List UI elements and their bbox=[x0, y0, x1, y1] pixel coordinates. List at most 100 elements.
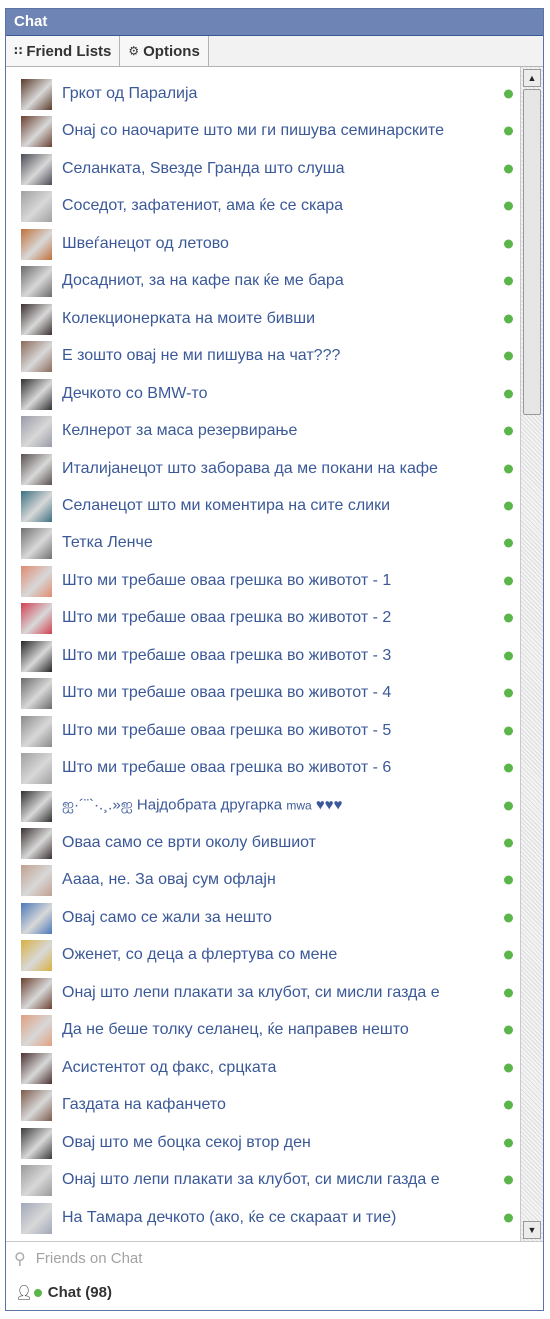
friend-row[interactable]: Онај што лепи плакати за клубот, си мисл… bbox=[6, 976, 518, 1010]
friend-lists-button[interactable]: ∷ Friend Lists bbox=[6, 36, 121, 66]
online-status-icon bbox=[504, 1175, 513, 1185]
friend-row[interactable]: Соседот, зафатениот, ама ќе се скара bbox=[6, 189, 518, 223]
friend-name-text: Овај што ме боцка секој втор ден bbox=[62, 1134, 311, 1151]
friend-row[interactable]: Овај само се жали за нешто bbox=[6, 901, 518, 935]
friend-name: Онај што лепи плакати за клубот, си мисл… bbox=[62, 1171, 440, 1189]
person-icon: 👤︎ bbox=[15, 1284, 33, 1300]
friend-row[interactable]: Онај што лепи плакати за клубот, си мисл… bbox=[6, 1163, 518, 1197]
online-status-icon bbox=[504, 875, 513, 885]
friend-name: Оваа само се врти околу бившиот bbox=[62, 834, 316, 852]
avatar bbox=[21, 341, 52, 372]
friend-row[interactable]: Италијанецот што заборава да ме покани н… bbox=[6, 452, 518, 486]
friend-name-text: На Тамара дечкото (ако, ќе се скараат и … bbox=[62, 1209, 397, 1226]
friend-row[interactable]: Тетка Ленче bbox=[6, 526, 518, 560]
friend-row[interactable]: Селанецот што ми коментира на сите слики bbox=[6, 489, 518, 523]
friend-row[interactable]: Оженет, со деца а флертува со мене bbox=[6, 938, 518, 972]
friend-name: На Тамара дечкото (ако, ќе се скараат и … bbox=[62, 1209, 396, 1227]
friend-row[interactable]: Гркот од Паралија bbox=[6, 77, 518, 111]
friend-name-text: Е зошто овај не ми пишува на чат??? bbox=[62, 347, 341, 364]
friend-row[interactable]: Дечкото со BMW-то bbox=[6, 377, 518, 411]
friend-row[interactable]: Аааа, не. За овај сум офлајн bbox=[6, 863, 518, 897]
friend-name: Келнерот за маса резервирање bbox=[62, 422, 297, 440]
friend-row[interactable]: Оваа само се врти околу бившиот bbox=[6, 826, 518, 860]
friend-name-text: Онај со наочарите што ми ги пишува семин… bbox=[62, 122, 445, 139]
friends-list-area: Гркот од Паралија Онај со наочарите што м… bbox=[6, 67, 543, 1242]
friend-name: Соседот, зафатениот, ама ќе се скара bbox=[62, 197, 343, 215]
friends-list: Гркот од Паралија Онај со наочарите што м… bbox=[6, 67, 518, 1241]
friend-name: Гркот од Паралија bbox=[62, 85, 197, 103]
online-status-icon bbox=[504, 688, 513, 698]
online-status-icon bbox=[504, 389, 513, 399]
avatar bbox=[21, 416, 52, 447]
arrow-up-icon: ▲ bbox=[527, 73, 537, 83]
avatar bbox=[21, 229, 52, 260]
friend-row[interactable]: Што ми требаше оваа грешка во животот - … bbox=[6, 676, 518, 710]
chat-footer[interactable]: 👤︎ Chat (98) bbox=[6, 1275, 543, 1310]
friend-row[interactable]: Што ми требаше оваа грешка во животот - … bbox=[6, 601, 518, 635]
avatar bbox=[21, 1053, 52, 1084]
chat-title-bar[interactable]: Chat bbox=[6, 9, 543, 36]
friend-row[interactable]: Што ми требаше оваа грешка во животот - … bbox=[6, 751, 518, 785]
friend-name-text: Оженет, со деца а флертува со мене bbox=[62, 946, 338, 963]
friend-row[interactable]: Овај што ме боцка секој втор ден bbox=[6, 1126, 518, 1160]
online-status-icon bbox=[504, 763, 513, 773]
friend-name: Овај што ме боцка секој втор ден bbox=[62, 1134, 311, 1152]
friend-name-text: Асистентот од факс, срцката bbox=[62, 1059, 277, 1076]
avatar bbox=[21, 528, 52, 559]
online-status-icon bbox=[504, 576, 513, 586]
avatar bbox=[21, 1090, 52, 1121]
friend-name: Е зошто овај не ми пишува на чат??? bbox=[62, 347, 340, 365]
friend-row[interactable]: Келнерот за маса резервирање bbox=[6, 414, 518, 448]
friend-row[interactable]: Што ми требаше оваа грешка во животот - … bbox=[6, 564, 518, 598]
friend-row[interactable]: Швеѓанецот од летово bbox=[6, 227, 518, 261]
friend-name-text: Селанката, Ѕвезде Гранда што слуша bbox=[62, 160, 345, 177]
avatar bbox=[21, 304, 52, 335]
avatar bbox=[21, 678, 52, 709]
online-status-icon bbox=[504, 1213, 513, 1223]
friend-row[interactable]: Газдата на кафанчето bbox=[6, 1088, 518, 1122]
friend-row[interactable]: Што ми требаше оваа грешка во животот - … bbox=[6, 639, 518, 673]
friend-name: Досадниот, за на кафе пак ќе ме бара bbox=[62, 272, 344, 290]
friend-name: Селанецот што ми коментира на сите слики bbox=[62, 497, 390, 515]
friend-name: Што ми требаше оваа грешка во животот - … bbox=[62, 722, 391, 740]
online-status-icon bbox=[504, 538, 513, 548]
friend-name-suffix-small: mwa bbox=[286, 798, 312, 813]
friend-row[interactable]: Што ми требаше оваа грешка во животот - … bbox=[6, 714, 518, 748]
search-input[interactable] bbox=[33, 1249, 518, 1268]
online-status-icon bbox=[504, 126, 513, 136]
friend-row[interactable]: Селанката, Ѕвезде Гранда што слуша bbox=[6, 152, 518, 186]
friend-name-text: Што ми требаше оваа грешка во животот - … bbox=[62, 609, 392, 626]
friend-name: Онај што лепи плакати за клубот, си мисл… bbox=[62, 984, 440, 1002]
friend-name-text: Што ми требаше оваа грешка во животот - … bbox=[62, 684, 392, 701]
friend-row[interactable]: Е зошто овај не ми пишува на чат??? bbox=[6, 339, 518, 373]
scroll-up-button[interactable]: ▲ bbox=[523, 69, 541, 87]
friend-name: Онај со наочарите што ми ги пишува семин… bbox=[62, 122, 444, 140]
friend-row[interactable]: Колекционерката на моите бивши bbox=[6, 302, 518, 336]
online-status-icon bbox=[504, 426, 513, 436]
scrollbar-thumb[interactable] bbox=[523, 89, 541, 415]
friend-name-text: Соседот, зафатениот, ама ќе се скара bbox=[62, 197, 344, 214]
friend-row[interactable]: ஐ·´¨`·.¸.»ஐ Најдобрата другарка mwa ♥♥♥ bbox=[6, 789, 518, 823]
options-label: Options bbox=[143, 42, 200, 60]
friend-row[interactable]: Да не беше толку селанец, ќе направев не… bbox=[6, 1013, 518, 1047]
scrollbar[interactable]: ▲ ▼ bbox=[520, 67, 543, 1241]
avatar bbox=[21, 1128, 52, 1159]
friend-row[interactable]: Досадниот, за на кафе пак ќе ме бара bbox=[6, 264, 518, 298]
scroll-down-button[interactable]: ▼ bbox=[523, 1221, 541, 1239]
friend-row[interactable]: Онај со наочарите што ми ги пишува семин… bbox=[6, 114, 518, 148]
friend-name-text: Швеѓанецот од летово bbox=[62, 235, 229, 252]
arrow-down-icon: ▼ bbox=[527, 1225, 537, 1235]
friend-row[interactable]: На Тамара дечкото (ако, ќе се скараат и … bbox=[6, 1201, 518, 1235]
avatar bbox=[21, 791, 52, 822]
avatar bbox=[21, 154, 52, 185]
friend-name-text: Италијанецот што заборава да ме покани н… bbox=[62, 460, 438, 477]
friend-name: Што ми требаше оваа грешка во животот - … bbox=[62, 647, 391, 665]
avatar bbox=[21, 753, 52, 784]
options-button[interactable]: ⚙ Options bbox=[120, 36, 209, 66]
avatar bbox=[21, 641, 52, 672]
friend-name: Што ми требаше оваа грешка во животот - … bbox=[62, 572, 391, 590]
avatar bbox=[21, 865, 52, 896]
friend-row[interactable]: Асистентот од факс, срцката bbox=[6, 1051, 518, 1085]
online-status-icon bbox=[504, 801, 513, 811]
avatar bbox=[21, 828, 52, 859]
